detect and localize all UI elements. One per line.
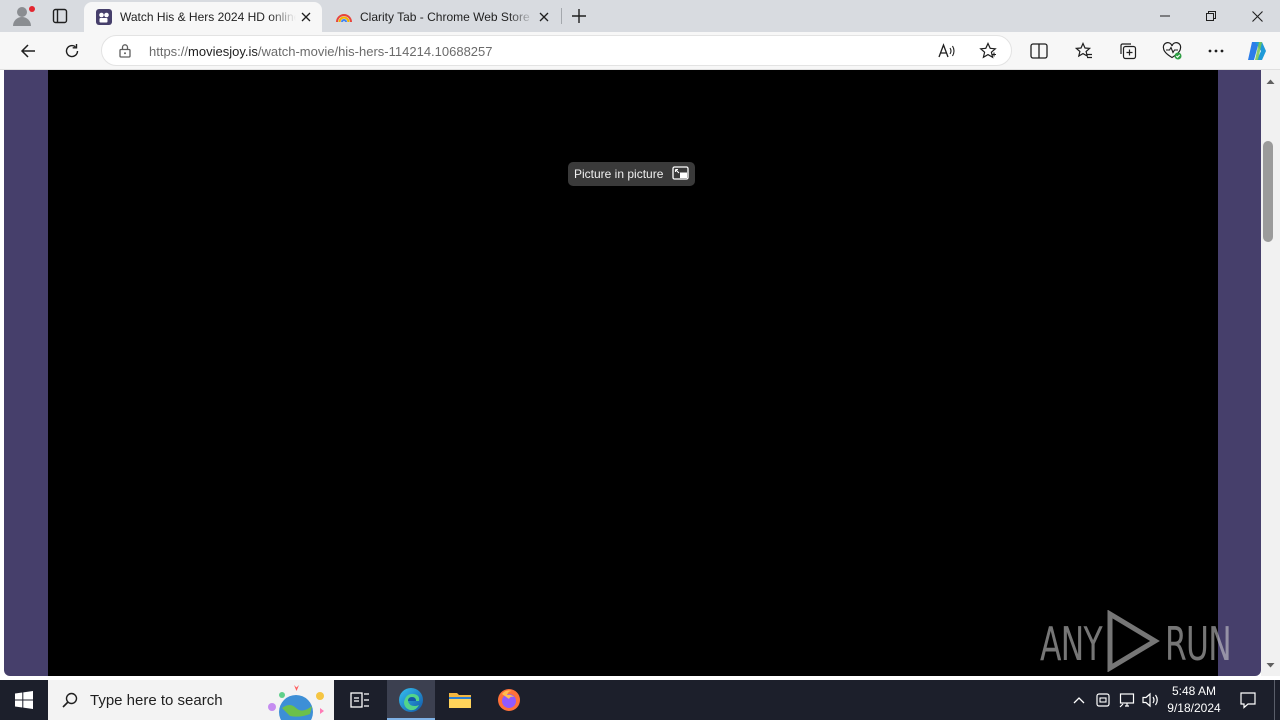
address-bar[interactable]: https://moviesjoy.is/watch-movie/his-her… xyxy=(101,35,1012,66)
url-text[interactable]: https://moviesjoy.is/watch-movie/his-her… xyxy=(149,44,493,59)
tab-close-icon[interactable] xyxy=(534,7,554,27)
show-hidden-icons-chevron-icon[interactable] xyxy=(1068,680,1090,720)
split-screen-icon[interactable] xyxy=(1025,37,1053,65)
tab-title: Clarity Tab - Chrome Web Store xyxy=(360,10,530,24)
clock-date: 9/18/2024 xyxy=(1167,701,1221,715)
search-placeholder: Type here to search xyxy=(90,691,223,709)
start-windows-icon[interactable] xyxy=(0,680,48,720)
lock-icon[interactable] xyxy=(118,43,132,63)
url-path: /watch-movie/his-hers-114214.10688257 xyxy=(257,44,493,59)
movie-reel-icon xyxy=(96,9,112,25)
rainbow-icon xyxy=(336,9,352,25)
svg-text:RUN: RUN xyxy=(1165,617,1231,671)
video-player[interactable] xyxy=(48,70,1218,676)
file-explorer-icon[interactable] xyxy=(436,680,484,720)
tab-divider xyxy=(561,8,562,24)
pip-icon xyxy=(672,165,690,183)
scroll-up-icon[interactable] xyxy=(1265,74,1276,85)
notifications-icon[interactable] xyxy=(1234,680,1262,720)
show-desktop-button[interactable] xyxy=(1274,680,1280,720)
system-clock[interactable]: 5:48 AM 9/18/2024 xyxy=(1162,683,1226,717)
search-highlight-globe-icon xyxy=(260,682,332,720)
favorites-icon[interactable] xyxy=(1070,37,1098,65)
collections-icon[interactable] xyxy=(1114,37,1142,65)
browser-essentials-icon[interactable] xyxy=(1158,37,1186,65)
profile-avatar-icon[interactable] xyxy=(8,4,36,28)
tab-clarity[interactable]: Clarity Tab - Chrome Web Store xyxy=(324,2,560,32)
tab-moviesjoy[interactable]: Watch His & Hers 2024 HD online xyxy=(84,2,322,32)
firefox-icon[interactable] xyxy=(485,680,533,720)
tab-strip: Watch His & Hers 2024 HD online Clarity … xyxy=(0,0,1280,32)
refresh-icon[interactable] xyxy=(58,37,86,65)
scroll-down-icon[interactable] xyxy=(1265,658,1276,669)
taskbar-search-box[interactable]: Type here to search xyxy=(48,680,334,720)
network-icon[interactable] xyxy=(1116,680,1138,720)
edge-browser-icon[interactable] xyxy=(387,680,435,720)
windows-taskbar: Type here to search 5:48 AM 9/18/2024 xyxy=(0,680,1280,720)
minimize-icon[interactable] xyxy=(1142,0,1188,32)
tab-title: Watch His & Hers 2024 HD online xyxy=(120,10,296,24)
picture-in-picture-button[interactable]: Picture in picture xyxy=(568,162,696,186)
tab-actions-icon[interactable] xyxy=(50,6,70,26)
back-arrow-icon[interactable] xyxy=(14,37,42,65)
anyrun-watermark: ANY RUN xyxy=(1040,609,1232,673)
read-aloud-icon[interactable] xyxy=(938,43,956,64)
search-icon xyxy=(62,692,78,708)
favorite-star-icon[interactable] xyxy=(979,42,997,65)
volume-icon[interactable] xyxy=(1140,680,1162,720)
pip-label: Picture in picture xyxy=(574,167,664,181)
restore-icon[interactable] xyxy=(1188,0,1234,32)
tab-close-icon[interactable] xyxy=(296,7,316,27)
copilot-icon[interactable] xyxy=(1243,37,1271,65)
clock-time: 5:48 AM xyxy=(1171,684,1217,698)
url-host: moviesjoy.is xyxy=(188,44,258,59)
more-options-icon[interactable] xyxy=(1202,37,1230,65)
browser-toolbar: https://moviesjoy.is/watch-movie/his-her… xyxy=(0,32,1280,70)
meet-now-icon[interactable] xyxy=(1092,680,1114,720)
url-protocol: https:// xyxy=(149,44,189,59)
svg-text:ANY: ANY xyxy=(1040,617,1103,671)
new-tab-icon[interactable] xyxy=(568,5,590,27)
close-window-icon[interactable] xyxy=(1234,0,1280,32)
task-view-icon[interactable] xyxy=(338,680,382,720)
web-content: Picture in picture xyxy=(0,70,1280,680)
scrollbar-thumb[interactable] xyxy=(1263,141,1273,242)
